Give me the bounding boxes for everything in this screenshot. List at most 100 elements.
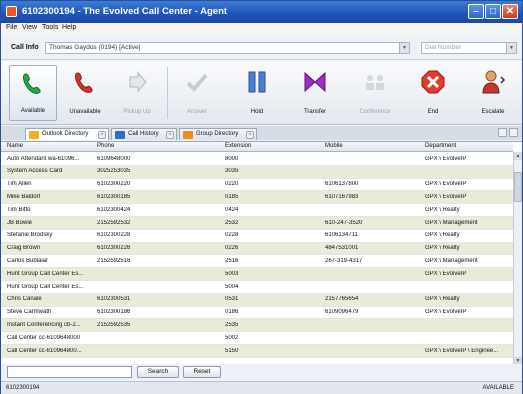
table-row[interactable]: Call Center cc-6109648000 5002 bbox=[1, 332, 513, 345]
conference-button[interactable]: Conference bbox=[351, 65, 399, 121]
search-input[interactable] bbox=[7, 366, 132, 378]
table-row[interactable]: Hunt Group Call Center Es... 5003 GPX \ Ev… bbox=[1, 268, 513, 281]
cell-phone: 6102300226 bbox=[97, 245, 131, 252]
table-row[interactable]: Steve Carmwath 6102300186 0186 6109096479 GP… bbox=[1, 307, 513, 320]
panel-controls bbox=[496, 128, 518, 139]
table-row[interactable]: Mike Baldorf 6102300185 0185 6107167983 GPX … bbox=[1, 191, 513, 205]
table-row[interactable]: Tim Allen 6102300220 0220 6106137800 GPX \ E… bbox=[1, 179, 513, 192]
table-row[interactable]: Call Center cc-610964800... 5150 GPX \ Evo… bbox=[1, 345, 513, 358]
column-header-extension[interactable]: Extension bbox=[225, 143, 251, 149]
cell-extension: 3035 bbox=[225, 168, 239, 175]
call-info-select[interactable]: Thomas Gaydos (0194) [Active] ▼ bbox=[45, 42, 410, 54]
table-row[interactable]: Hunt Group Call Center Es... 5004 bbox=[1, 281, 513, 294]
column-header-department[interactable]: Department bbox=[425, 143, 456, 149]
search-button[interactable]: Search bbox=[137, 366, 179, 378]
cell-department: GPX \ Realty bbox=[425, 232, 460, 239]
cell-name: Mike Baldorf bbox=[7, 193, 41, 200]
cell-name: Auto Attendant wa-61096... bbox=[7, 155, 80, 162]
table-header: Name Phone Extension Mobile Department bbox=[1, 142, 513, 152]
vertical-scrollbar[interactable]: ▲ ▼ bbox=[513, 152, 522, 364]
cell-extension: 0424 bbox=[225, 206, 239, 213]
tab-close-icon[interactable]: × bbox=[246, 131, 254, 139]
column-header-phone[interactable]: Phone bbox=[97, 143, 114, 149]
pickup-arrow-icon bbox=[129, 71, 147, 93]
menu-help[interactable]: Help bbox=[62, 24, 76, 31]
scroll-down-icon[interactable]: ▼ bbox=[514, 357, 522, 364]
panel-close-icon[interactable] bbox=[509, 128, 518, 137]
cell-department: GPX \ EvolveIP bbox=[425, 309, 467, 316]
cell-name: System Access Card bbox=[7, 168, 63, 175]
chevron-down-icon[interactable]: ▼ bbox=[399, 43, 409, 53]
menu-file[interactable]: File bbox=[6, 24, 17, 31]
cell-name: Hunt Group Call Center Es... bbox=[7, 270, 84, 277]
table-row[interactable]: Chris Canale 6102300531 0531 2157765654 GPX … bbox=[1, 293, 513, 307]
column-header-name[interactable]: Name bbox=[7, 143, 23, 149]
end-button[interactable]: End bbox=[409, 65, 457, 121]
cell-extension: 5003 bbox=[225, 270, 239, 277]
minimize-icon[interactable]: – bbox=[468, 4, 484, 19]
table-row[interactable]: Stefanie Brodsky 6102300228 0228 6106134711… bbox=[1, 230, 513, 243]
cell-extension: 5002 bbox=[225, 334, 239, 341]
cell-extension: 0228 bbox=[225, 232, 239, 239]
maximize-icon[interactable]: □ bbox=[485, 4, 501, 19]
cell-extension: 0185 bbox=[225, 193, 239, 200]
menu-view[interactable]: View bbox=[22, 24, 37, 31]
cell-mobile: 4847531001 bbox=[325, 245, 359, 252]
cell-extension: 2516 bbox=[225, 257, 239, 264]
unavailable-button[interactable]: Unavailable bbox=[61, 65, 109, 121]
cell-mobile: 6109096479 bbox=[325, 309, 359, 316]
column-header-mobile[interactable]: Mobile bbox=[325, 143, 343, 149]
menu-tools[interactable]: Tools bbox=[42, 24, 58, 31]
call-history-icon bbox=[115, 131, 125, 139]
cell-department: GPX \ EvolveIP bbox=[425, 155, 467, 162]
table-row[interactable]: Craig Brown 6102300226 0226 4847531001 GPX \… bbox=[1, 242, 513, 256]
available-button[interactable]: Available bbox=[9, 65, 57, 121]
cell-department: GPX \ Management bbox=[425, 257, 478, 264]
cell-name: Steve Carmwath bbox=[7, 309, 52, 316]
cell-department: GPX \ Realty bbox=[425, 245, 460, 252]
cell-department: GPX \ Realty bbox=[425, 206, 460, 213]
pickup-button[interactable]: Pickup Up bbox=[113, 65, 161, 121]
reset-button[interactable]: Reset bbox=[183, 366, 221, 378]
phone-green-icon bbox=[23, 73, 41, 94]
answer-button[interactable]: Answer bbox=[173, 65, 221, 121]
cell-phone: 2152592535 bbox=[97, 321, 131, 328]
table-row[interactable]: JB Bowie 2152592532 2532 610-247-3520 GPX \ … bbox=[1, 217, 513, 230]
cell-phone: 6102300185 bbox=[97, 193, 131, 200]
table-row[interactable]: Instant Conferencing cb-2... 2152592535 25… bbox=[1, 319, 513, 333]
hold-button[interactable]: Hold bbox=[233, 65, 281, 121]
table-row[interactable]: Carlos Bublaiar 2152592516 2516 267-319-431… bbox=[1, 255, 513, 269]
table-row[interactable]: System Access Card 3025253035 3035 bbox=[1, 165, 513, 179]
cell-extension: 0531 bbox=[225, 296, 239, 303]
table-row[interactable]: Tim Bitto 6102300424 0424 GPX \ Realty bbox=[1, 204, 513, 217]
tab-outlook-directory[interactable]: Outlook Directory × bbox=[25, 128, 109, 140]
panel-menu-icon[interactable] bbox=[498, 128, 507, 137]
app-window: 6102300194 - The Evolved Call Center - A… bbox=[0, 0, 523, 394]
transfer-button[interactable]: Transfer bbox=[291, 65, 339, 121]
call-info-bar: Call Info Thomas Gaydos (0194) [Active] … bbox=[1, 34, 522, 60]
tab-call-history[interactable]: Call History × bbox=[111, 128, 177, 140]
cell-name: Stefanie Brodsky bbox=[7, 232, 53, 239]
call-toolbar: Available Unavailable Pickup Up Answer H… bbox=[1, 61, 522, 125]
cell-mobile: 267-319-4317 bbox=[325, 257, 363, 264]
scroll-thumb[interactable] bbox=[514, 172, 522, 202]
cell-mobile: 6107167983 bbox=[325, 193, 359, 200]
cell-name: Craig Brown bbox=[7, 245, 41, 252]
dial-number-input[interactable]: Dial Number ▼ bbox=[421, 42, 517, 54]
table-row[interactable]: Auto Attendant wa-61096... 6109648000 8000… bbox=[1, 153, 513, 166]
tab-close-icon[interactable]: × bbox=[98, 131, 106, 139]
close-icon[interactable]: ✕ bbox=[502, 4, 518, 19]
cell-extension: 5150 bbox=[225, 347, 239, 354]
checkmark-icon bbox=[186, 73, 208, 92]
scroll-up-icon[interactable]: ▲ bbox=[514, 152, 522, 160]
chevron-down-icon[interactable]: ▼ bbox=[506, 43, 516, 53]
cell-name: Carlos Bublaiar bbox=[7, 257, 49, 264]
cell-name: JB Bowie bbox=[7, 219, 33, 226]
tab-close-icon[interactable]: × bbox=[166, 131, 174, 139]
tab-group-directory[interactable]: Group Directory × bbox=[179, 128, 257, 140]
escalate-button[interactable]: Escalate bbox=[469, 65, 517, 121]
cell-extension: 0186 bbox=[225, 309, 239, 316]
cell-department: GPX \ EvolveIP bbox=[425, 270, 467, 277]
cell-phone: 6102300424 bbox=[97, 206, 131, 213]
cell-department: GPX \ EvolveIP bbox=[425, 193, 467, 200]
